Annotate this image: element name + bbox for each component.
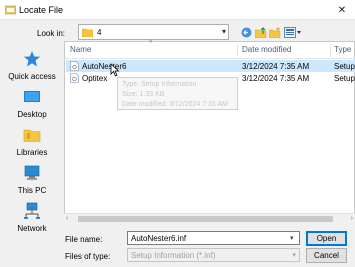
place-libraries[interactable]: Libraries bbox=[3, 126, 61, 162]
file-type: Setup bbox=[334, 62, 355, 71]
place-desktop[interactable]: Desktop bbox=[3, 88, 61, 124]
setup-file-icon bbox=[70, 73, 79, 83]
file-name-label: File name: bbox=[65, 235, 103, 244]
new-folder-icon bbox=[268, 26, 280, 38]
place-network[interactable]: Network bbox=[3, 202, 61, 238]
chevron-down-icon: ▾ bbox=[221, 27, 226, 36]
column-name[interactable]: Name bbox=[70, 45, 91, 54]
file-type: Setup bbox=[334, 74, 355, 83]
open-button[interactable]: Open bbox=[306, 231, 347, 246]
file-date: 3/12/2024 7:35 AM bbox=[242, 62, 310, 71]
network-icon bbox=[24, 202, 40, 219]
cancel-button[interactable]: Cancel bbox=[306, 248, 347, 263]
chevron-down-icon: ▾ bbox=[292, 252, 296, 259]
place-label: This PC bbox=[17, 186, 47, 195]
file-type-value: Setup Information (*.inf) bbox=[131, 251, 216, 260]
up-folder-icon bbox=[254, 26, 266, 38]
place-label: Quick access bbox=[8, 72, 56, 81]
sort-ascending-icon: ^ bbox=[149, 40, 153, 47]
scroll-right-icon[interactable]: › bbox=[351, 215, 353, 222]
back-button[interactable] bbox=[240, 25, 252, 39]
look-in-dropdown[interactable]: 4 ▾ bbox=[78, 24, 229, 40]
scrollbar-thumb[interactable] bbox=[78, 216, 333, 222]
place-this-pc[interactable]: This PC bbox=[3, 164, 61, 200]
column-header-row: ^ Name Date modified Type bbox=[65, 40, 355, 59]
look-in-value: 4 bbox=[97, 28, 102, 37]
chevron-down-icon[interactable]: ▾ bbox=[290, 234, 294, 242]
file-name-input[interactable] bbox=[127, 231, 300, 245]
back-icon bbox=[241, 27, 251, 37]
tooltip-size: Size: 1.33 KB bbox=[122, 91, 165, 98]
column-divider[interactable] bbox=[237, 44, 238, 57]
file-type-dropdown[interactable]: Setup Information (*.inf) ▾ bbox=[127, 248, 300, 262]
desktop-icon bbox=[24, 91, 40, 102]
file-date: 3/12/2024 7:35 AM bbox=[242, 74, 310, 83]
new-folder-button[interactable] bbox=[268, 25, 281, 39]
file-type-label: Files of type: bbox=[65, 252, 111, 261]
folder-icon bbox=[82, 28, 93, 37]
place-label: Libraries bbox=[16, 148, 48, 157]
column-date-modified[interactable]: Date modified bbox=[242, 45, 291, 54]
view-menu-icon bbox=[283, 26, 301, 38]
libraries-icon bbox=[23, 129, 41, 142]
file-name: Optitex bbox=[82, 74, 108, 83]
place-label: Network bbox=[17, 224, 47, 233]
place-label: Desktop bbox=[17, 110, 47, 119]
view-menu-button[interactable] bbox=[283, 25, 303, 39]
setup-file-icon bbox=[70, 61, 79, 71]
title-bar: Locate File ✕ bbox=[0, 0, 355, 20]
window-icon bbox=[5, 5, 16, 15]
places-bar: Quick access Desktop Libraries This PC N… bbox=[3, 46, 61, 233]
scroll-left-icon[interactable]: ‹ bbox=[66, 215, 68, 222]
look-in-label: Look in: bbox=[37, 29, 66, 38]
up-folder-button[interactable] bbox=[254, 25, 267, 39]
place-quick-access[interactable]: Quick access bbox=[3, 50, 61, 86]
horizontal-scrollbar[interactable]: ‹ › bbox=[64, 213, 355, 224]
column-divider[interactable] bbox=[330, 44, 331, 57]
tooltip-date: Date modified: 3/12/2024 7:35 AM bbox=[122, 101, 228, 108]
star-icon bbox=[24, 51, 40, 67]
close-icon: ✕ bbox=[337, 4, 347, 16]
column-type[interactable]: Type bbox=[334, 45, 351, 54]
cursor-icon bbox=[110, 63, 120, 77]
tooltip-type: Type: Setup Information bbox=[122, 81, 197, 88]
close-button[interactable]: ✕ bbox=[329, 0, 355, 20]
window-title: Locate File bbox=[19, 5, 64, 15]
file-info-tooltip: Type: Setup Information Size: 1.33 KB Da… bbox=[117, 77, 238, 110]
computer-icon bbox=[24, 165, 40, 180]
file-list[interactable]: ^ Name Date modified Type AutoNester6 3/… bbox=[64, 40, 355, 224]
